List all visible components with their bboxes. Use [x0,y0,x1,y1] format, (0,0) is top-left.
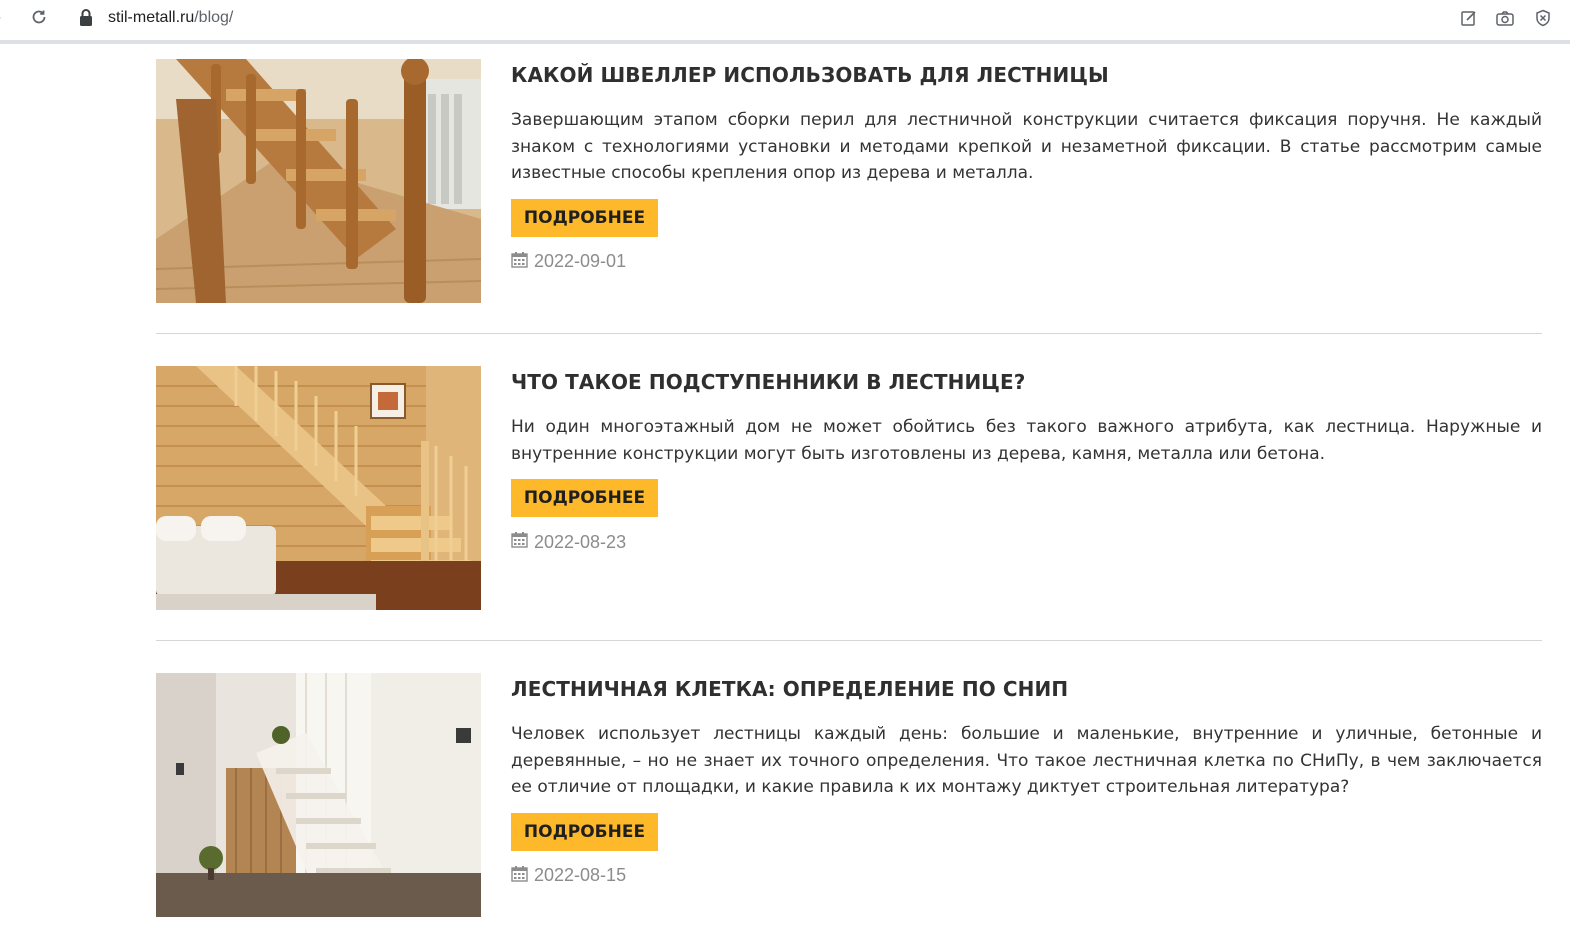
url-path: /blog/ [194,9,234,26]
edit-icon[interactable] [1458,7,1480,29]
read-more-button[interactable]: ПОДРОБНЕЕ [511,198,658,237]
post-title[interactable]: КАКОЙ ШВЕЛЛЕР ИСПОЛЬЗОВАТЬ ДЛЯ ЛЕСТНИЦЫ [511,63,1542,87]
reload-icon[interactable] [28,6,50,28]
lock-icon[interactable] [78,8,94,28]
post-divider [156,333,1542,334]
calendar-icon [511,865,528,887]
address-url[interactable]: stil-metall.ru/blog/ [108,9,233,27]
calendar-icon [511,251,528,273]
post-divider [156,640,1542,641]
url-host: stil-metall.ru [108,9,195,26]
calendar-icon [511,531,528,553]
post-date-text: 2022-08-15 [534,865,627,885]
post-title[interactable]: ЛЕСТНИЧНАЯ КЛЕТКА: ОПРЕДЕЛЕНИЕ ПО СНИП [511,677,1542,701]
post-excerpt: Человек использует лестницы каждый день:… [511,724,1542,797]
post-image-wooden-stairs-living-room[interactable] [156,366,481,610]
post-date-text: 2022-09-01 [534,251,627,271]
back-arrow-icon[interactable]: › [0,10,2,26]
post-image-wooden-stairs[interactable] [156,59,481,303]
read-more-button[interactable]: ПОДРОБНЕЕ [511,479,658,517]
post-title[interactable]: ЧТО ТАКОЕ ПОДСТУПЕННИКИ В ЛЕСТНИЦЕ? [511,370,1542,394]
post-date: 2022-09-01 [511,251,1542,273]
browser-address-bar: › stil-metall.ru/blog/ [0,0,1570,44]
post-image-stairwell[interactable] [156,673,481,917]
post-excerpt: Ни один многоэтажный дом не может обойти… [511,417,1542,464]
post-excerpt: Завершающим этапом сборки перил для лест… [511,110,1542,183]
post-date: 2022-08-15 [511,865,1542,887]
camera-icon[interactable] [1494,7,1516,29]
shield-close-icon[interactable] [1532,7,1554,29]
post-date-text: 2022-08-23 [534,531,627,552]
read-more-button[interactable]: ПОДРОБНЕЕ [511,812,658,851]
post-date: 2022-08-23 [511,531,1542,553]
